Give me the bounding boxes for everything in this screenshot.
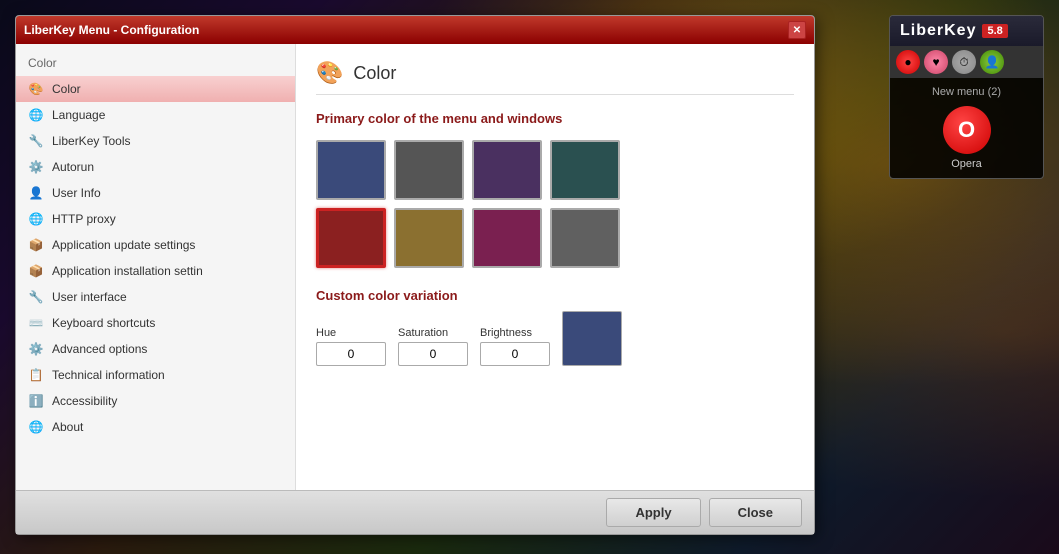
liberkey-header: LiberKey 5.8 [890, 16, 1043, 46]
custom-color-section: Custom color variation Hue Saturation Br… [316, 288, 794, 366]
sidebar-item-keyboard-shortcuts[interactable]: ⌨️ Keyboard shortcuts [16, 310, 295, 336]
color-swatch-4[interactable] [316, 208, 386, 268]
brightness-field: Brightness [480, 327, 550, 366]
sidebar-icon-user-interface: 🔧 [28, 289, 44, 305]
custom-color-title: Custom color variation [316, 288, 794, 303]
color-swatch-5[interactable] [394, 208, 464, 268]
sidebar-label-http-proxy: HTTP proxy [52, 212, 116, 226]
color-swatch-0[interactable] [316, 140, 386, 200]
config-dialog: LiberKey Menu - Configuration ✕ Color 🎨 … [15, 15, 815, 535]
color-swatch-3[interactable] [550, 140, 620, 200]
sidebar-icon-app-update: 📦 [28, 237, 44, 253]
saturation-input[interactable] [398, 342, 468, 366]
sidebar-icon-keyboard-shortcuts: ⌨️ [28, 315, 44, 331]
dialog-body: Color 🎨 Color🌐 Language🔧 LiberKey Tools⚙… [16, 44, 814, 490]
section-header: 🎨 Color [316, 60, 794, 95]
sidebar-label-user-interface: User interface [52, 290, 127, 304]
sidebar-label-accessibility: Accessibility [52, 394, 117, 408]
sidebar-label-app-install: Application installation settin [52, 264, 203, 278]
close-icon[interactable]: ✕ [788, 21, 806, 39]
sidebar-label-keyboard-shortcuts: Keyboard shortcuts [52, 316, 155, 330]
sidebar-label-user-info: User Info [52, 186, 101, 200]
dialog-titlebar: LiberKey Menu - Configuration ✕ [16, 16, 814, 44]
section-title: Color [353, 63, 396, 84]
sidebar: Color 🎨 Color🌐 Language🔧 LiberKey Tools⚙… [16, 44, 296, 490]
dialog-footer: Apply Close [16, 490, 814, 534]
liberkey-menu-label: New menu (2) [898, 86, 1035, 98]
main-content: 🎨 Color Primary color of the menu and wi… [296, 44, 814, 490]
liberkey-red-btn[interactable]: ● [896, 50, 920, 74]
sidebar-icon-app-install: 📦 [28, 263, 44, 279]
sidebar-label-color: Color [52, 82, 81, 96]
close-button[interactable]: Close [709, 498, 802, 527]
sidebar-item-color[interactable]: 🎨 Color [16, 76, 295, 102]
sidebar-item-user-interface[interactable]: 🔧 User interface [16, 284, 295, 310]
hue-field: Hue [316, 327, 386, 366]
opera-label: Opera [898, 158, 1035, 170]
liberkey-clock-btn[interactable]: ⏱ [952, 50, 976, 74]
sidebar-label-technical-info: Technical information [52, 368, 165, 382]
saturation-field: Saturation [398, 327, 468, 366]
primary-color-label: Primary color of the menu and windows [316, 111, 794, 126]
color-swatch-6[interactable] [472, 208, 542, 268]
sidebar-item-user-info[interactable]: 👤 User Info [16, 180, 295, 206]
sidebar-item-accessibility[interactable]: ℹ️ Accessibility [16, 388, 295, 414]
sidebar-item-about[interactable]: 🌐 About [16, 414, 295, 440]
sidebar-label-about: About [52, 420, 83, 434]
sidebar-item-language[interactable]: 🌐 Language [16, 102, 295, 128]
sidebar-icon-http-proxy: 🌐 [28, 211, 44, 227]
sidebar-icon-autorun: ⚙️ [28, 159, 44, 175]
sidebar-icon-advanced-options: ⚙️ [28, 341, 44, 357]
sidebar-item-app-update[interactable]: 📦 Application update settings [16, 232, 295, 258]
sidebar-item-advanced-options[interactable]: ⚙️ Advanced options [16, 336, 295, 362]
dialog-title: LiberKey Menu - Configuration [24, 23, 199, 37]
liberkey-toolbar: ● ♥ ⏱ 👤 [890, 46, 1043, 78]
brightness-label: Brightness [480, 327, 550, 339]
color-swatch-7[interactable] [550, 208, 620, 268]
sidebar-label-app-update: Application update settings [52, 238, 195, 252]
color-preview [562, 311, 622, 366]
sidebar-label-language: Language [52, 108, 105, 122]
brightness-input[interactable] [480, 342, 550, 366]
liberkey-panel: LiberKey 5.8 ● ♥ ⏱ 👤 New menu (2) O Oper… [889, 15, 1044, 179]
sidebar-section-label: Color [16, 52, 295, 76]
sidebar-icon-accessibility: ℹ️ [28, 393, 44, 409]
hue-input[interactable] [316, 342, 386, 366]
sidebar-icon-user-info: 👤 [28, 185, 44, 201]
opera-icon[interactable]: O [943, 106, 991, 154]
sidebar-icon-language: 🌐 [28, 107, 44, 123]
sidebar-label-advanced-options: Advanced options [52, 342, 147, 356]
liberkey-logo: LiberKey [900, 22, 976, 40]
liberkey-user-btn[interactable]: 👤 [980, 50, 1004, 74]
liberkey-content: New menu (2) O Opera [890, 78, 1043, 178]
sidebar-item-app-install[interactable]: 📦 Application installation settin [16, 258, 295, 284]
sidebar-label-liberkey-tools: LiberKey Tools [52, 134, 131, 148]
sidebar-icon-liberkey-tools: 🔧 [28, 133, 44, 149]
color-swatch-2[interactable] [472, 140, 542, 200]
sidebar-item-http-proxy[interactable]: 🌐 HTTP proxy [16, 206, 295, 232]
sidebar-icon-color: 🎨 [28, 81, 44, 97]
color-swatch-grid [316, 140, 794, 268]
sidebar-icon-about: 🌐 [28, 419, 44, 435]
apply-button[interactable]: Apply [606, 498, 700, 527]
liberkey-pink-btn[interactable]: ♥ [924, 50, 948, 74]
sidebar-icon-technical-info: 📋 [28, 367, 44, 383]
sidebar-item-technical-info[interactable]: 📋 Technical information [16, 362, 295, 388]
sidebar-item-liberkey-tools[interactable]: 🔧 LiberKey Tools [16, 128, 295, 154]
sidebar-label-autorun: Autorun [52, 160, 94, 174]
color-swatch-1[interactable] [394, 140, 464, 200]
custom-color-controls: Hue Saturation Brightness [316, 311, 794, 366]
color-icon: 🎨 [316, 60, 343, 86]
sidebar-item-autorun[interactable]: ⚙️ Autorun [16, 154, 295, 180]
hue-label: Hue [316, 327, 386, 339]
saturation-label: Saturation [398, 327, 468, 339]
liberkey-version: 5.8 [982, 24, 1007, 38]
